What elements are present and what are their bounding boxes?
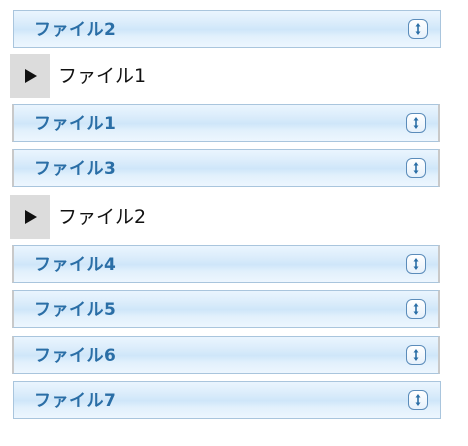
group-label: ファイル1 [58,65,147,87]
group-header-file2: ファイル2 [10,195,450,239]
list-item-file2-top[interactable]: ファイル2 [13,10,441,48]
item-label: ファイル2 [34,20,117,40]
play-icon [25,210,37,224]
sort-icon[interactable] [406,254,426,274]
item-label: ファイル4 [34,255,117,275]
group-label: ファイル2 [58,206,147,228]
group-header-file1: ファイル1 [10,54,450,98]
item-label: ファイル1 [34,114,117,134]
list-item-file5[interactable]: ファイル5 [12,290,440,328]
play-icon [25,69,37,83]
sort-icon[interactable] [408,390,428,410]
sort-icon[interactable] [406,158,426,178]
sort-icon[interactable] [406,113,426,133]
group-toggle[interactable] [10,54,50,98]
group-toggle[interactable] [10,195,50,239]
list-item-file6[interactable]: ファイル6 [12,336,440,374]
list-item-file1[interactable]: ファイル1 [12,104,440,142]
item-label: ファイル6 [34,346,117,366]
sort-icon[interactable] [408,19,428,39]
sort-icon[interactable] [406,299,426,319]
item-label: ファイル5 [34,300,117,320]
list-item-file7[interactable]: ファイル7 [13,381,441,419]
item-label: ファイル3 [34,159,117,179]
list-item-file3[interactable]: ファイル3 [12,149,440,187]
list-item-file4[interactable]: ファイル4 [12,245,440,283]
item-label: ファイル7 [34,391,117,411]
sort-icon[interactable] [406,345,426,365]
